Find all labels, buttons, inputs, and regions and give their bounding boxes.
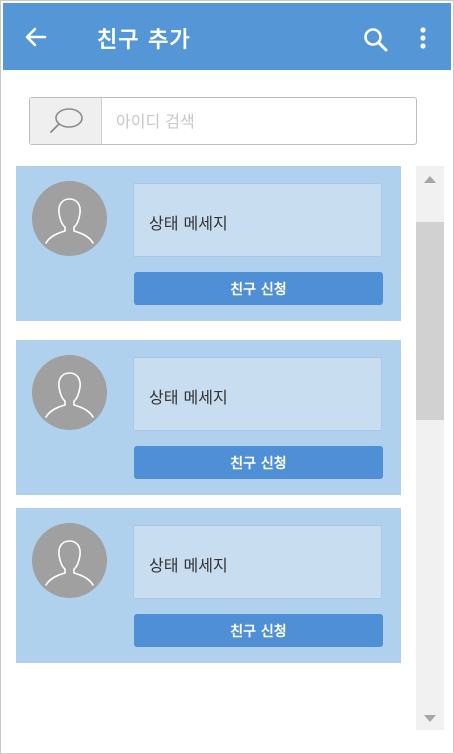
status-message-box: 상태 메세지 — [133, 183, 382, 257]
search-submit-button[interactable] — [30, 98, 102, 144]
status-message-box: 상태 메세지 — [133, 525, 382, 599]
friend-card: 상태 메세지 친구 신청 — [16, 340, 401, 495]
back-button[interactable] — [23, 24, 49, 50]
scrollbar-thumb[interactable] — [416, 222, 444, 420]
scrollbar[interactable] — [416, 166, 444, 730]
friend-request-button[interactable]: 친구 신청 — [134, 272, 383, 305]
avatar — [32, 181, 107, 256]
friend-request-button[interactable]: 친구 신청 — [134, 614, 383, 647]
search-icon — [364, 28, 388, 52]
triangle-up-icon — [424, 176, 436, 183]
avatar — [32, 355, 107, 430]
search-button[interactable] — [363, 27, 389, 53]
friend-request-button[interactable]: 친구 신청 — [134, 446, 383, 479]
status-message-text: 상태 메세지 — [149, 388, 228, 407]
more-options-button[interactable] — [413, 27, 433, 53]
more-vertical-icon — [420, 27, 426, 49]
id-search-input[interactable] — [104, 98, 412, 144]
arrow-left-icon — [25, 27, 47, 47]
search-bar — [29, 97, 417, 145]
user-silhouette-icon — [45, 372, 94, 418]
page-title: 친구 추가 — [97, 28, 191, 53]
triangle-down-icon — [424, 715, 436, 722]
user-silhouette-icon — [45, 540, 94, 586]
speech-bubble-icon — [50, 108, 83, 133]
friend-card: 상태 메세지 친구 신청 — [16, 508, 401, 663]
status-message-box: 상태 메세지 — [133, 357, 382, 431]
friend-card: 상태 메세지 친구 신청 — [16, 166, 401, 321]
status-message-text: 상태 메세지 — [149, 556, 228, 575]
app-bar: 친구 추가 — [3, 3, 451, 70]
scroll-up-button[interactable] — [423, 172, 437, 186]
status-message-text: 상태 메세지 — [149, 214, 228, 233]
user-silhouette-icon — [45, 198, 94, 244]
avatar — [32, 523, 107, 598]
scroll-down-button[interactable] — [423, 710, 437, 724]
